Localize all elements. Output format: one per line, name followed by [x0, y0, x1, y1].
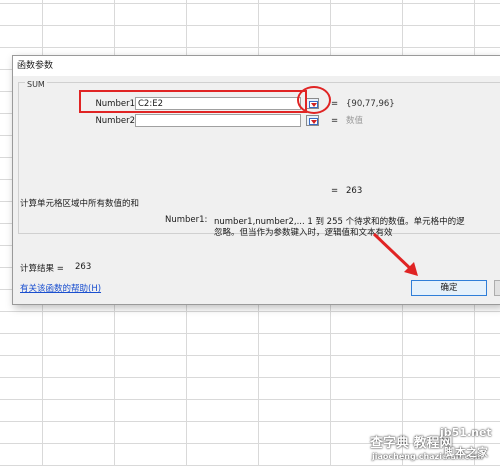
help-arg-text-line2: 忽略。但当作为参数键入时，逻辑值和文本有效 [214, 228, 393, 238]
dialog-title: 函数参数 [13, 56, 500, 76]
collapse-arrow-icon [311, 120, 317, 124]
number2-label: Number2 [95, 116, 135, 126]
number1-result: {90,77,96} [346, 99, 395, 109]
annotation-highlight-box [79, 90, 307, 113]
cancel-button[interactable] [494, 280, 500, 296]
number2-result: 数值 [346, 116, 364, 126]
watermark-site-suffix: 脚本之家 [444, 446, 488, 459]
calc-result-label: 计算结果 = [20, 264, 64, 274]
formula-result: 263 [346, 186, 363, 196]
number2-collapse-button[interactable] [306, 115, 319, 126]
function-description: 计算单元格区域中所有数值的和 [20, 199, 140, 209]
watermark-site: jb51.net [440, 426, 492, 439]
calc-result-value: 263 [75, 262, 92, 272]
number2-equals: = [331, 116, 339, 126]
annotation-highlight-circle [297, 86, 331, 114]
help-link[interactable]: 有关该函数的帮助(H) [20, 282, 101, 294]
annotation-arrow-icon [372, 232, 418, 276]
function-name-label: SUM [25, 80, 47, 89]
help-arg-label: Number1: [165, 215, 208, 225]
formula-equals: = [331, 186, 339, 196]
number2-input[interactable] [135, 114, 301, 127]
number1-equals: = [331, 99, 339, 109]
